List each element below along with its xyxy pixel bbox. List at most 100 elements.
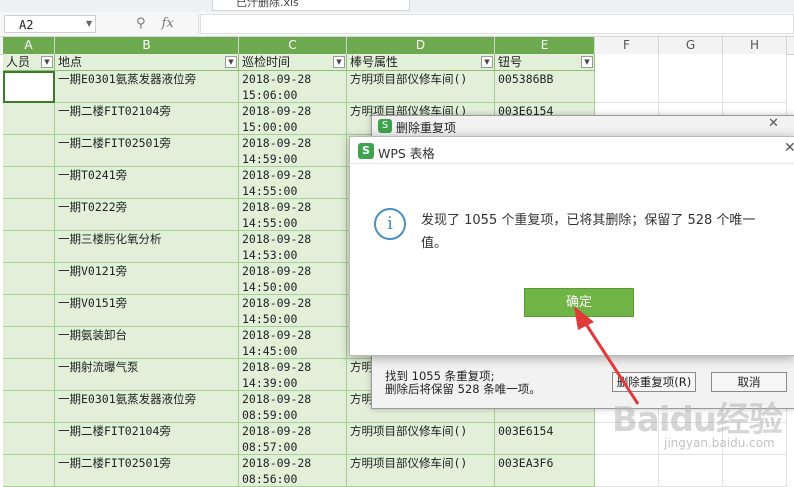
cell-clock: 14:59:00 — [242, 152, 298, 166]
cell-person[interactable] — [3, 391, 55, 423]
cell-person[interactable] — [3, 199, 55, 231]
empty-cell[interactable] — [659, 54, 723, 103]
cell-time[interactable]: 2018-09-28 14:45:00 — [239, 327, 347, 359]
cancel-button[interactable]: 取消 — [711, 372, 787, 392]
cell-person[interactable] — [3, 263, 55, 295]
header-cell-attr[interactable]: 棒号属性 ▼ — [347, 54, 495, 71]
cell-location[interactable]: 一期E0301氨蒸发器液位旁 — [55, 391, 239, 423]
column-header-h[interactable]: H — [723, 37, 787, 54]
cell-time[interactable]: 2018-09-28 14:50:00 — [239, 263, 347, 295]
filter-dropdown-icon[interactable]: ▼ — [481, 56, 493, 68]
cell-time[interactable]: 2018-09-28 08:56:00 — [239, 455, 347, 487]
cell-time[interactable]: 2018-09-28 14:55:00 — [239, 199, 347, 231]
header-cell-code[interactable]: 钮号 ▼ — [495, 54, 595, 71]
cell-location[interactable]: 一期V0121旁 — [55, 263, 239, 295]
cell-location[interactable]: 一期射流曝气泵 — [55, 359, 239, 391]
cell-location[interactable]: 一期二楼FIT02104旁 — [55, 103, 239, 135]
close-icon[interactable]: ✕ — [784, 140, 794, 156]
column-header-f[interactable]: F — [595, 37, 659, 54]
cell-code[interactable]: 003EA3F6 — [495, 455, 595, 487]
filter-dropdown-icon[interactable]: ▼ — [41, 56, 53, 68]
cell-clock: 08:56:00 — [242, 472, 298, 486]
cell-person[interactable] — [3, 167, 55, 199]
cell-date: 2018-09-28 — [242, 328, 312, 342]
remove-duplicates-title: 删除重复项 — [396, 121, 457, 135]
cell-code[interactable]: 003E6154 — [495, 423, 595, 455]
column-header-b[interactable]: B — [55, 37, 239, 54]
cell-date: 2018-09-28 — [242, 264, 312, 278]
cell-date: 2018-09-28 — [242, 232, 312, 246]
unique-kept-text: 删除后将保留 528 条唯一项。 — [385, 382, 541, 396]
cell-date: 2018-09-28 — [242, 72, 312, 86]
cell-person[interactable] — [3, 71, 55, 103]
fx-icon[interactable]: fx — [162, 16, 174, 31]
cell-location[interactable]: 一期二楼FIT02501旁 — [55, 135, 239, 167]
cell-person[interactable] — [3, 295, 55, 327]
column-header-e[interactable]: E — [495, 37, 595, 54]
cell-time[interactable]: 2018-09-28 14:53:00 — [239, 231, 347, 263]
column-header-g[interactable]: G — [659, 37, 723, 54]
cell-time[interactable]: 2018-09-28 08:59:00 — [239, 391, 347, 423]
filter-dropdown-icon[interactable]: ▼ — [225, 56, 237, 68]
message-line-2: 值。 — [421, 236, 448, 251]
empty-cell[interactable] — [723, 54, 787, 103]
filter-dropdown-icon[interactable]: ▼ — [581, 56, 593, 68]
cell-time[interactable]: 2018-09-28 15:00:00 — [239, 103, 347, 135]
cell-code[interactable]: 005386BB — [495, 71, 595, 103]
close-icon[interactable]: ✕ — [768, 116, 779, 131]
baidu-watermark-url: jingyan.baidu.com — [664, 436, 775, 450]
cell-time[interactable]: 2018-09-28 14:39:00 — [239, 359, 347, 391]
cell-date: 2018-09-28 — [242, 392, 312, 406]
column-header-d[interactable]: D — [347, 37, 495, 54]
name-box[interactable]: A2 — [4, 15, 96, 33]
empty-cell[interactable] — [723, 455, 787, 487]
cell-clock: 14:45:00 — [242, 344, 298, 358]
formula-icons[interactable]: ⚲ fx — [136, 15, 174, 33]
cell-person[interactable] — [3, 135, 55, 167]
cell-location[interactable]: 一期T0222旁 — [55, 199, 239, 231]
cell-clock: 14:50:00 — [242, 312, 298, 326]
header-cell-person[interactable]: 人员 ▼ — [3, 54, 55, 71]
cell-clock: 14:39:00 — [242, 376, 298, 390]
cell-date: 2018-09-28 — [242, 424, 312, 438]
cell-location[interactable]: 一期E0301氨蒸发器液位旁 — [55, 71, 239, 103]
cell-clock: 08:59:00 — [242, 408, 298, 422]
column-header-a[interactable]: A — [3, 37, 55, 54]
cell-person[interactable] — [3, 103, 55, 135]
cell-date: 2018-09-28 — [242, 104, 312, 118]
cell-person[interactable] — [3, 231, 55, 263]
arrow-head — [574, 306, 594, 330]
formula-input[interactable] — [200, 14, 794, 34]
cell-time[interactable]: 2018-09-28 14:59:00 — [239, 135, 347, 167]
chevron-down-icon[interactable]: ▼ — [86, 15, 92, 33]
cell-time[interactable]: 2018-09-28 15:06:00 — [239, 71, 347, 103]
cell-time[interactable]: 2018-09-28 14:55:00 — [239, 167, 347, 199]
message-line-1: 发现了 1055 个重复项，已将其删除；保留了 528 个唯一 — [421, 213, 756, 228]
cell-location[interactable]: 一期氨装卸台 — [55, 327, 239, 359]
cell-person[interactable] — [3, 359, 55, 391]
header-cell-time[interactable]: 巡检时间 ▼ — [239, 54, 347, 71]
cell-time[interactable]: 2018-09-28 14:50:00 — [239, 295, 347, 327]
cell-person[interactable] — [3, 423, 55, 455]
magnifier-icon[interactable]: ⚲ — [136, 16, 146, 31]
cell-location[interactable]: 一期二楼FIT02501旁 — [55, 455, 239, 487]
cell-attr[interactable]: 方明项目部仪修车间() — [347, 455, 495, 487]
header-cell-location[interactable]: 地点 ▼ — [55, 54, 239, 71]
cell-attr[interactable]: 方明项目部仪修车间() — [347, 71, 495, 103]
cell-person[interactable] — [3, 327, 55, 359]
empty-cell[interactable] — [595, 54, 659, 103]
column-header-c[interactable]: C — [239, 37, 347, 54]
empty-cell[interactable] — [659, 455, 723, 487]
cell-attr[interactable]: 方明项目部仪修车间() — [347, 423, 495, 455]
cell-clock: 14:55:00 — [242, 216, 298, 230]
filter-dropdown-icon[interactable]: ▼ — [333, 56, 345, 68]
cell-person[interactable] — [3, 455, 55, 487]
empty-cell[interactable] — [595, 455, 659, 487]
cell-location[interactable]: 一期V0151旁 — [55, 295, 239, 327]
cell-location[interactable]: 一期二楼FIT02104旁 — [55, 423, 239, 455]
cell-date: 2018-09-28 — [242, 296, 312, 310]
cell-location[interactable]: 一期三楼肟化氧分析 — [55, 231, 239, 263]
cell-time[interactable]: 2018-09-28 08:57:00 — [239, 423, 347, 455]
cell-location[interactable]: 一期T0241旁 — [55, 167, 239, 199]
info-icon: i — [374, 208, 406, 240]
